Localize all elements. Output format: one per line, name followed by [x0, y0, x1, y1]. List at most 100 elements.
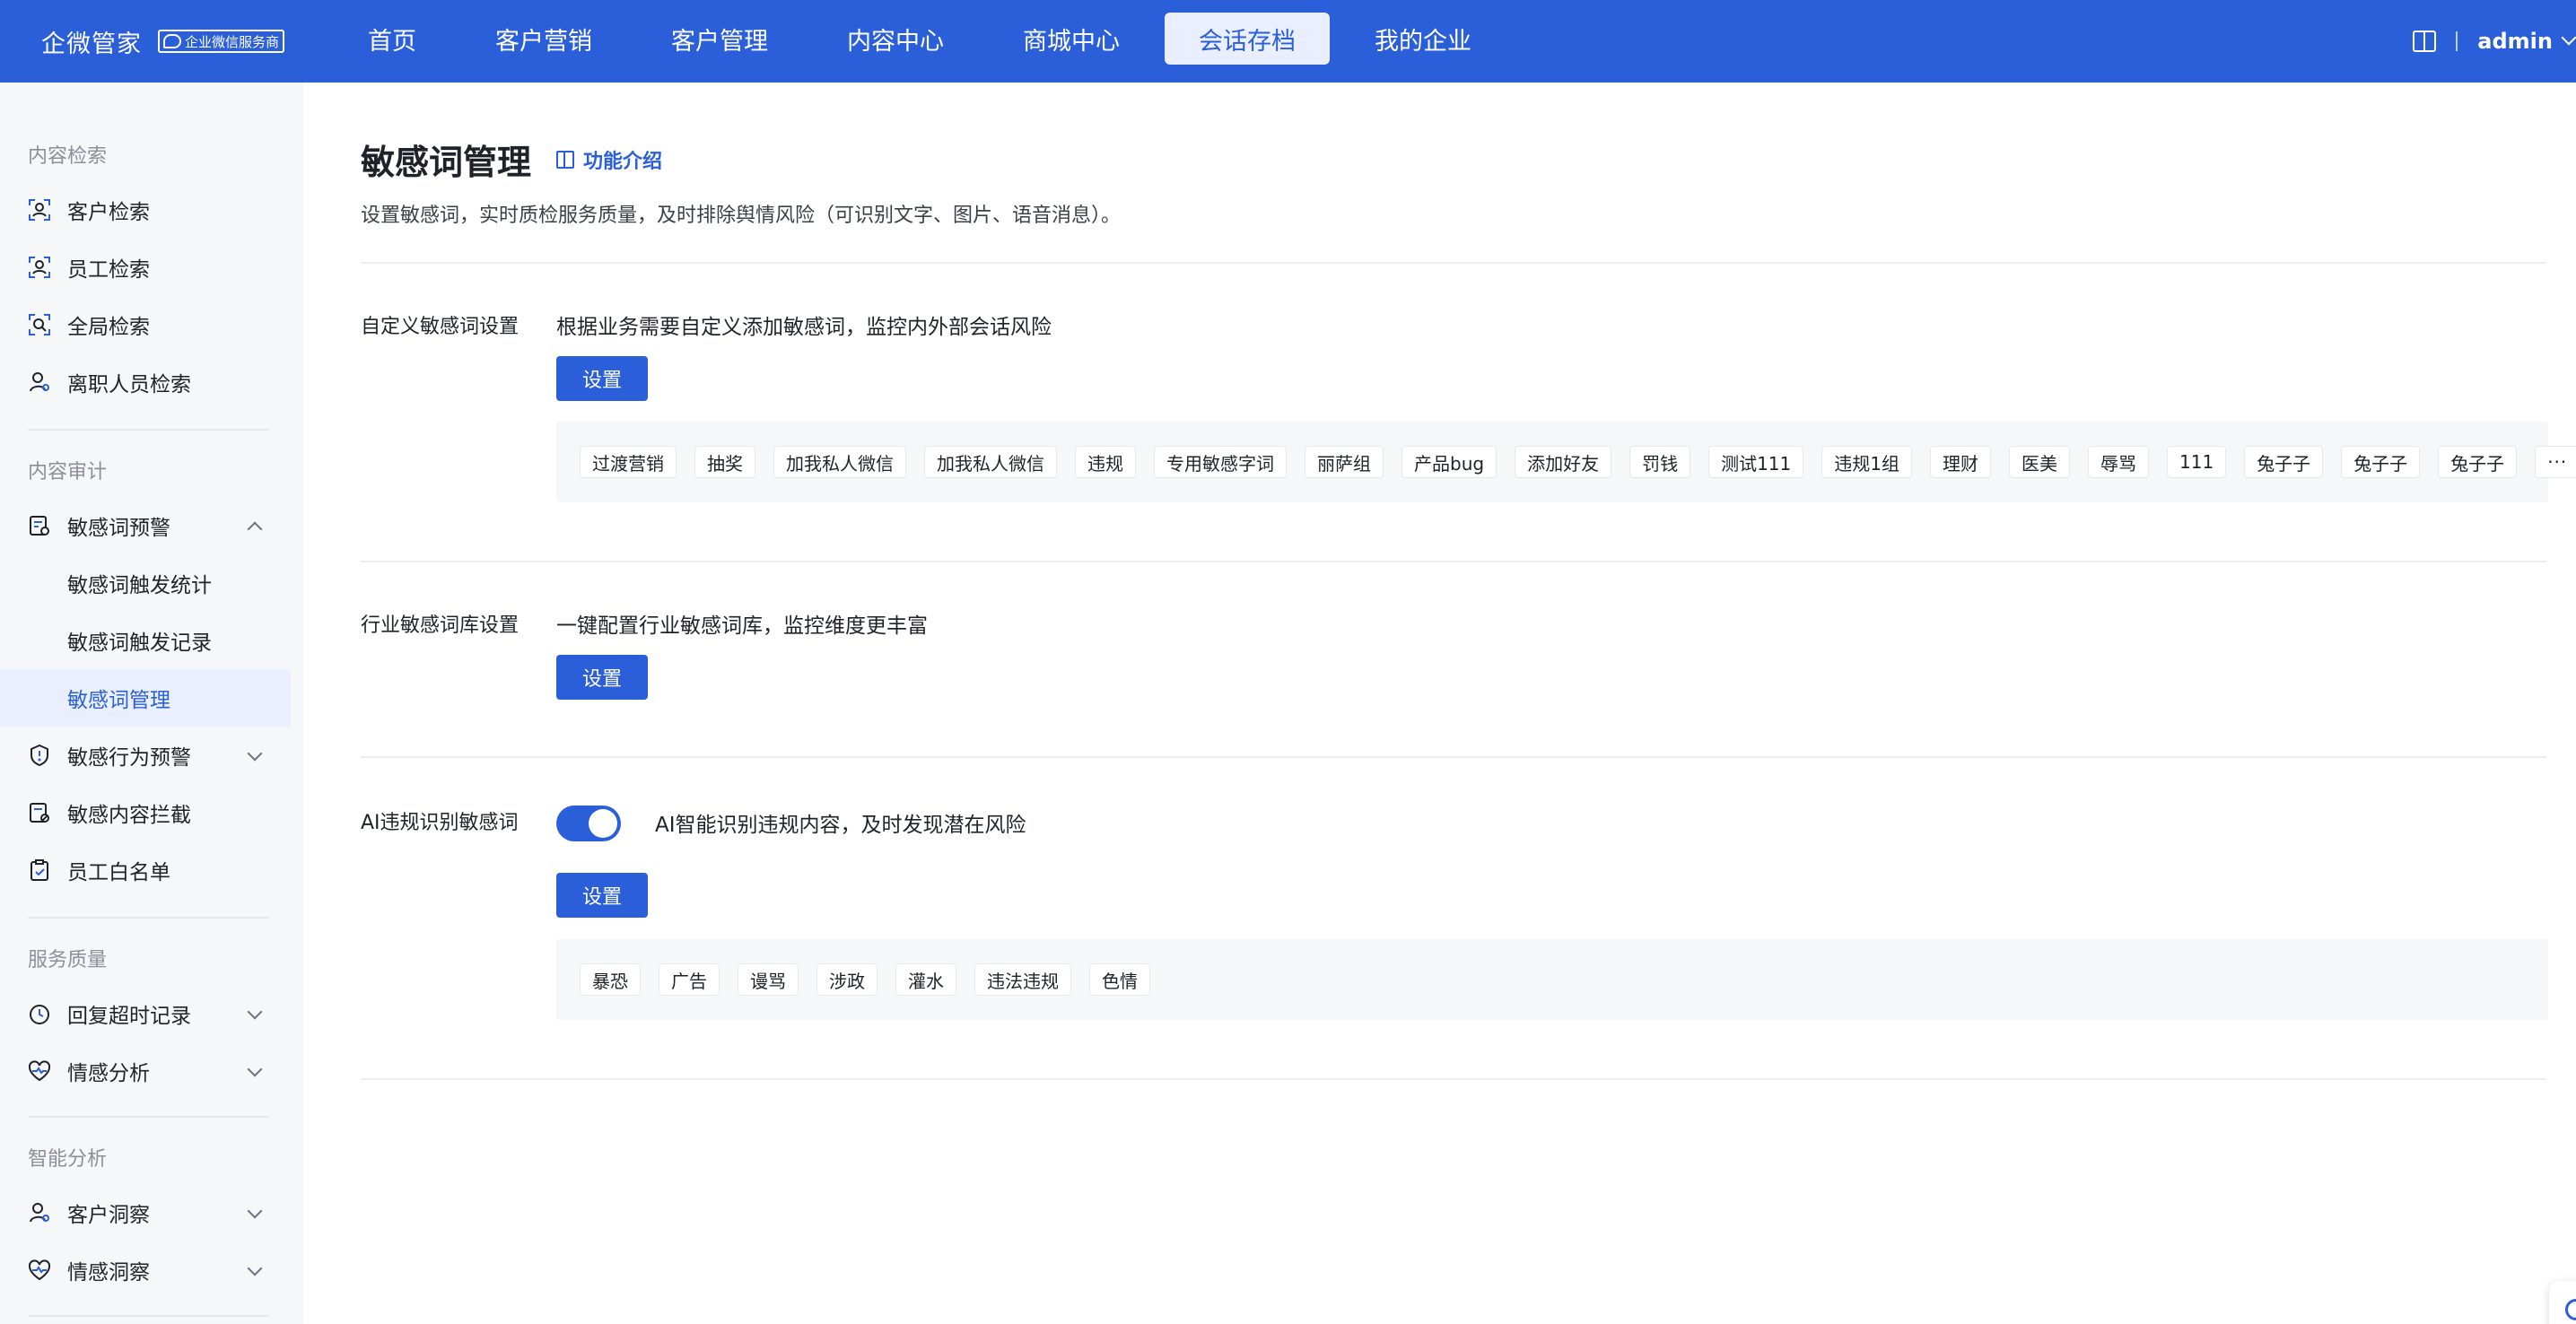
sidebar-item-sentiment-analysis[interactable]: 情感分析 [0, 1042, 291, 1100]
user-name[interactable]: admin [2477, 29, 2553, 54]
word-tag[interactable]: 兔子子 [2244, 446, 2324, 478]
word-tag[interactable]: 医美 [2009, 446, 2070, 478]
ai-settings-button[interactable]: 设置 [556, 873, 648, 918]
sidebar-item-sensitive-content-block[interactable]: 敏感内容拦截 [0, 784, 291, 841]
sidebar-item-label: 回复超时记录 [67, 1005, 191, 1028]
word-tag[interactable]: 加我私人微信 [924, 446, 1057, 478]
main-content: 敏感词管理 功能介绍 设置敏感词，实时质检服务质量，及时排除舆情风险（可识别文字… [303, 83, 2576, 1324]
category-tag[interactable]: 灌水 [895, 963, 956, 996]
category-tag[interactable]: 广告 [659, 963, 720, 996]
sidebar-item-sensitive-word-management[interactable]: 敏感词管理 [0, 669, 291, 727]
word-tag[interactable]: 理财 [1930, 446, 1991, 478]
sidebar-item-customer-search[interactable]: 客户检索 [0, 181, 291, 239]
word-tag[interactable]: 辱骂 [2088, 446, 2149, 478]
category-tag[interactable]: 涉政 [816, 963, 878, 996]
chat-bot-icon [2565, 1299, 2576, 1320]
sidebar-item-label: 敏感行为预警 [67, 746, 191, 770]
chevron-down-icon[interactable] [247, 1061, 263, 1077]
chevron-up-icon[interactable] [247, 521, 263, 537]
chevron-down-icon[interactable] [247, 1004, 263, 1020]
sidebar-item-trigger-records[interactable]: 敏感词触发记录 [0, 612, 291, 669]
nav-customer-marketing[interactable]: 客户营销 [461, 13, 626, 65]
more-tags-button[interactable]: ··· [2535, 446, 2576, 478]
nav-home[interactable]: 首页 [334, 13, 450, 65]
sidebar-item-label: 敏感词触发记录 [67, 632, 212, 655]
custom-settings-button[interactable]: 设置 [556, 356, 648, 401]
wecom-logo-icon [163, 34, 181, 48]
sidebar-item-trigger-stats[interactable]: 敏感词触发统计 [0, 554, 291, 612]
sidebar-item-resigned-search[interactable]: 离职人员检索 [0, 353, 291, 411]
divider [361, 561, 2546, 562]
word-tag[interactable]: 加我私人微信 [773, 446, 906, 478]
sidebar-item-employee-whitelist[interactable]: 员工白名单 [0, 841, 291, 899]
category-tag[interactable]: 谩骂 [738, 963, 799, 996]
word-tag[interactable]: 违规 [1075, 446, 1136, 478]
alert-doc-icon [30, 516, 49, 536]
heart-pulse-icon [28, 1259, 51, 1281]
word-tag[interactable]: 产品bug [1402, 446, 1498, 478]
nav-content-center[interactable]: 内容中心 [813, 13, 978, 65]
word-tag[interactable]: 测试111 [1708, 446, 1804, 478]
sidebar: 内容检索 客户检索 员工检索 全局检索 离职人员检索 内容审计 敏感词预警 敏感… [0, 83, 303, 1324]
ai-detection-toggle[interactable] [556, 806, 621, 841]
word-tag[interactable]: 兔子子 [2341, 446, 2421, 478]
chevron-down-icon[interactable] [2561, 30, 2576, 46]
word-tag[interactable]: 违规1组 [1821, 446, 1912, 478]
category-tag[interactable]: 色情 [1089, 963, 1150, 996]
section-label-ai: AI违规识别敏感词 [361, 812, 519, 834]
service-provider-badge: 企业微信服务商 [158, 30, 285, 53]
sidebar-item-label: 客户洞察 [67, 1204, 150, 1227]
sidebar-item-sensitive-word-alert[interactable]: 敏感词预警 [0, 497, 291, 554]
sidebar-item-global-search[interactable]: 全局检索 [0, 296, 291, 353]
global-search-icon [29, 314, 50, 335]
sidebar-divider [28, 917, 268, 919]
sidebar-item-reply-timeout[interactable]: 回复超时记录 [0, 985, 291, 1042]
sidebar-group-title: 内容审计 [28, 461, 108, 483]
top-navbar: 企微管家 企业微信服务商 首页 客户营销 客户管理 内容中心 商城中心 会话存档… [0, 0, 2576, 83]
chevron-down-icon[interactable] [247, 745, 263, 762]
heart-pulse-icon [28, 1060, 51, 1082]
toggle-knob [589, 809, 617, 838]
word-tag[interactable]: 专用敏感字词 [1154, 446, 1287, 478]
section-desc-industry: 一键配置行业敏感词库，监控维度更丰富 [556, 614, 928, 638]
sidebar-item-label: 员工检索 [67, 258, 150, 282]
sidebar-item-label: 敏感词管理 [67, 689, 170, 712]
category-tag[interactable]: 违法违规 [974, 963, 1071, 996]
category-tag[interactable]: 暴恐 [580, 963, 641, 996]
word-tag[interactable]: 兔子子 [2438, 446, 2518, 478]
sidebar-item-label: 员工白名单 [67, 861, 170, 884]
industry-settings-button[interactable]: 设置 [556, 655, 648, 700]
floating-chat-button[interactable] [2549, 1281, 2576, 1324]
sidebar-item-customer-insight[interactable]: 客户洞察 [0, 1184, 291, 1241]
word-tag[interactable]: 添加好友 [1515, 446, 1612, 478]
sidebar-item-employee-search[interactable]: 员工检索 [0, 239, 291, 296]
chevron-down-icon[interactable] [247, 1260, 263, 1276]
section-label-industry: 行业敏感词库设置 [361, 614, 520, 637]
title-row: 敏感词管理 功能介绍 [361, 135, 662, 184]
word-tag[interactable]: 抽奖 [694, 446, 755, 478]
block-doc-icon [30, 803, 49, 823]
nav-customer-management[interactable]: 客户管理 [637, 13, 802, 65]
sidebar-item-label: 离职人员检索 [67, 373, 191, 396]
user-insight-icon [30, 1203, 49, 1223]
sidebar-group-title: 智能分析 [28, 1148, 108, 1171]
sidebar-item-sensitive-behavior-alert[interactable]: 敏感行为预警 [0, 727, 291, 784]
section-desc-custom: 根据业务需要自定义添加敏感词，监控内外部会话风险 [556, 316, 1052, 339]
nav-session-archive[interactable]: 会话存档 [1165, 13, 1330, 65]
word-tag[interactable]: 过渡营销 [580, 446, 677, 478]
sidebar-item-label: 情感洞察 [67, 1261, 150, 1285]
feature-intro-link[interactable]: 功能介绍 [556, 145, 662, 174]
nav-my-enterprise[interactable]: 我的企业 [1340, 13, 1506, 65]
brand[interactable]: 企微管家 企业微信服务商 [41, 0, 285, 83]
nav-mall-center[interactable]: 商城中心 [989, 13, 1154, 65]
word-tag[interactable]: 111 [2167, 446, 2227, 478]
word-tag[interactable]: 罚钱 [1629, 446, 1691, 478]
sidebar-item-emotion-insight[interactable]: 情感洞察 [0, 1241, 291, 1299]
page-title: 敏感词管理 [361, 143, 532, 182]
chevron-down-icon[interactable] [247, 1203, 263, 1219]
section-desc-ai: AI智能识别违规内容，及时发现潜在风险 [655, 814, 1026, 837]
help-book-icon[interactable] [2413, 30, 2437, 52]
word-tag[interactable]: 丽萨组 [1305, 446, 1384, 478]
badge-text: 企业微信服务商 [185, 33, 280, 50]
divider [361, 1078, 2546, 1080]
